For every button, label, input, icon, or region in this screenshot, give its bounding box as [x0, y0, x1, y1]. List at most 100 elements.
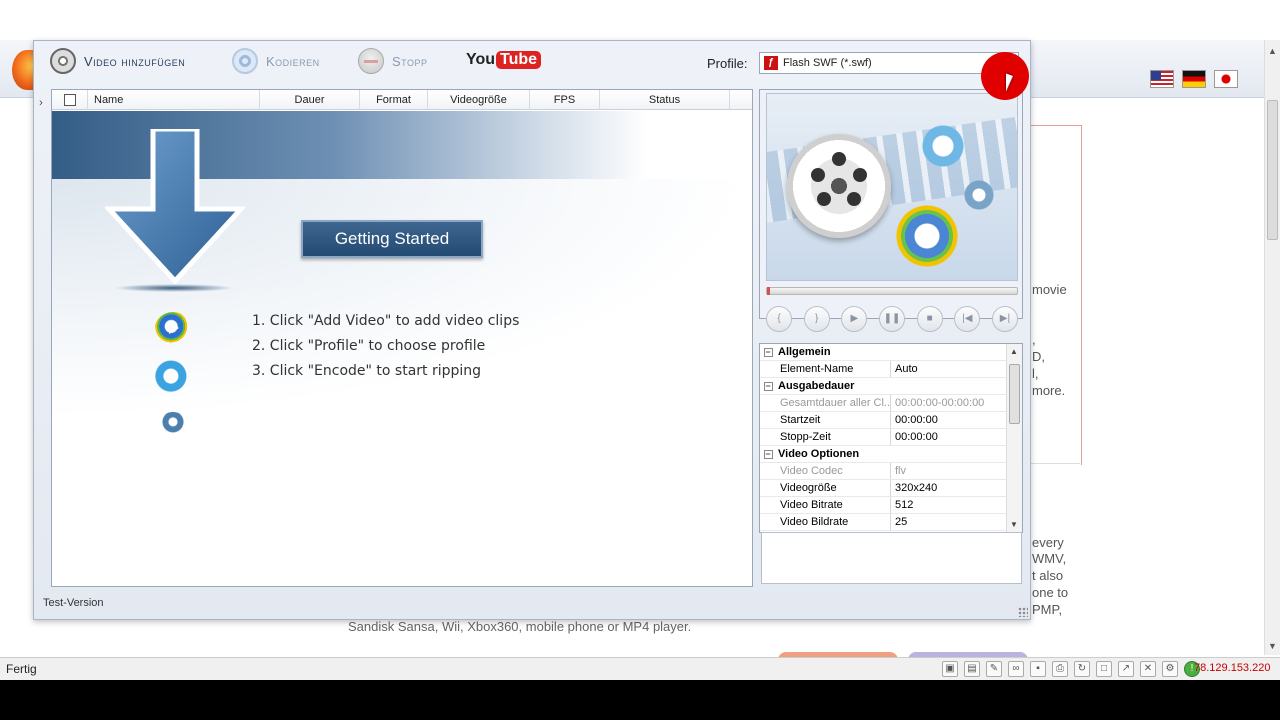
- property-value[interactable]: 25: [891, 514, 907, 530]
- select-all-column: [52, 90, 88, 110]
- save-icon[interactable]: ▪: [1030, 661, 1046, 677]
- scroll-up-icon[interactable]: ▲: [1010, 347, 1018, 356]
- addon-icon[interactable]: ▣: [942, 661, 958, 677]
- profile-label: Profile:: [707, 56, 748, 71]
- scroll-down-icon[interactable]: ▼: [1268, 641, 1277, 651]
- step-3: 3. Click "Encode" to start ripping: [252, 363, 482, 379]
- stop-button[interactable]: Stopp: [358, 47, 428, 75]
- window-icon[interactable]: □: [1096, 661, 1112, 677]
- category-output-duration[interactable]: − Ausgabedauer: [760, 378, 1006, 395]
- page-text: one to: [1032, 585, 1069, 600]
- quicktime-icon: [152, 359, 194, 397]
- realplayer-icon: [955, 180, 1003, 210]
- stop-icon[interactable]: ■: [916, 306, 943, 332]
- encode-button[interactable]: Kodieren: [232, 47, 320, 75]
- profile-dropdown[interactable]: ƒ Flash SWF (*.swf) ▼: [759, 52, 1019, 74]
- scroll-down-icon[interactable]: ▼: [1010, 520, 1018, 529]
- page-text: movie: [1032, 282, 1067, 297]
- status-text: Fertig: [6, 662, 37, 676]
- property-value[interactable]: 512: [891, 497, 913, 513]
- select-all-checkbox[interactable]: [64, 94, 76, 106]
- pause-icon[interactable]: ❚❚: [878, 306, 905, 332]
- scroll-thumb[interactable]: [1009, 364, 1020, 424]
- category-general[interactable]: − Allgemein: [760, 344, 1006, 361]
- browser-top-area: [0, 0, 1280, 40]
- category-video-options[interactable]: − Video Optionen: [760, 446, 1006, 463]
- tool-icon[interactable]: ✎: [986, 661, 1002, 677]
- graph-icon[interactable]: ↗: [1118, 661, 1134, 677]
- property-row[interactable]: Startzeit 00:00:00: [760, 412, 1006, 429]
- previous-icon[interactable]: |◀: [954, 306, 981, 332]
- play-icon[interactable]: ▶: [841, 306, 868, 332]
- settings-icon[interactable]: ✕: [1140, 661, 1156, 677]
- file-list-header: Name Dauer Format Videogröße FPS Status: [52, 90, 752, 110]
- add-video-label: Video hinzufügen: [84, 53, 186, 69]
- column-status[interactable]: Status: [600, 90, 730, 110]
- us-flag-icon[interactable]: [1150, 70, 1174, 88]
- resize-grip-icon[interactable]: [1018, 607, 1028, 617]
- property-name: Video Bildrate: [776, 514, 891, 530]
- property-grid: − Allgemein Element-Name Auto − Ausgabed…: [759, 343, 1023, 533]
- property-value[interactable]: Auto: [891, 361, 918, 377]
- property-row[interactable]: Videogröße 320x240: [760, 480, 1006, 497]
- youtube-logo-tube: Tube: [496, 51, 542, 69]
- property-row[interactable]: Element-Name Auto: [760, 361, 1006, 378]
- collapse-icon[interactable]: −: [760, 378, 776, 394]
- scroll-up-icon[interactable]: ▲: [1268, 46, 1277, 56]
- file-list-body[interactable]: Getting Started 1. Click "Add Video" to …: [52, 111, 752, 586]
- language-flags: [1150, 70, 1238, 88]
- status-icons: ▣ ▤ ✎ ∞ ▪ ⎙ ↻ □ ↗ ✕ ⚙ !: [942, 661, 1200, 677]
- column-fps[interactable]: FPS: [530, 90, 600, 110]
- youtube-logo-you: You: [466, 51, 496, 68]
- property-name: Video Codec: [776, 463, 891, 479]
- expand-arrow-icon[interactable]: ›: [34, 89, 48, 117]
- file-list: Name Dauer Format Videogröße FPS Status: [51, 89, 753, 587]
- print-icon[interactable]: ⎙: [1052, 661, 1068, 677]
- property-row[interactable]: Video Bitrate 512: [760, 497, 1006, 514]
- scroll-thumb[interactable]: [1267, 100, 1278, 240]
- page-text: ,: [1032, 332, 1036, 347]
- property-name: Element-Name: [776, 361, 891, 377]
- link-icon[interactable]: ∞: [1008, 661, 1024, 677]
- property-value[interactable]: 00:00:00: [891, 412, 938, 428]
- property-scrollbar[interactable]: ▲ ▼: [1006, 344, 1022, 532]
- property-row[interactable]: Video Codec flv: [760, 463, 1006, 480]
- media-player-icon: [893, 202, 961, 270]
- step-2: 2. Click "Profile" to choose profile: [252, 338, 486, 354]
- mark-end-icon[interactable]: }: [803, 306, 830, 332]
- app-status-text: Test-Version: [43, 597, 104, 609]
- page-text: l,: [1032, 366, 1039, 381]
- property-value[interactable]: 320x240: [891, 480, 937, 496]
- arrow-shadow: [114, 284, 234, 292]
- column-name[interactable]: Name: [88, 90, 260, 110]
- property-value[interactable]: 00:00:00: [891, 429, 938, 445]
- property-row[interactable]: Video Bildrate 25: [760, 514, 1006, 531]
- page-text: WMV,: [1032, 551, 1067, 566]
- collapse-icon[interactable]: −: [760, 344, 776, 360]
- page-text: PMP,: [1032, 602, 1063, 617]
- page-icon[interactable]: ▤: [964, 661, 980, 677]
- browser-scrollbar[interactable]: ▲ ▼: [1264, 40, 1280, 655]
- property-row[interactable]: Stopp-Zeit 00:00:00: [760, 429, 1006, 446]
- cursor-highlight: [981, 52, 1029, 100]
- profile-value: Flash SWF (*.swf): [783, 57, 872, 69]
- column-video-size[interactable]: Videogröße: [428, 90, 530, 110]
- stop-label: Stopp: [392, 53, 428, 69]
- reload-icon[interactable]: ↻: [1074, 661, 1090, 677]
- seek-bar[interactable]: [766, 287, 1018, 295]
- flash-icon: ƒ: [764, 56, 778, 70]
- next-icon[interactable]: ▶|: [991, 306, 1018, 332]
- add-video-button[interactable]: Video hinzufügen: [50, 47, 185, 75]
- mark-start-icon[interactable]: {: [766, 306, 792, 332]
- encode-label: Kodieren: [266, 53, 320, 69]
- page-text: D,: [1032, 349, 1045, 364]
- japan-flag-icon[interactable]: [1214, 70, 1238, 88]
- german-flag-icon[interactable]: [1182, 70, 1206, 88]
- youtube-button[interactable]: You Tube: [466, 51, 542, 69]
- column-format[interactable]: Format: [360, 90, 428, 110]
- plugin-icon[interactable]: ⚙: [1162, 661, 1178, 677]
- media-player-icon: [155, 312, 191, 344]
- property-row[interactable]: Gesamtdauer aller Cl... 00:00:00-00:00:0…: [760, 395, 1006, 412]
- collapse-icon[interactable]: −: [760, 446, 776, 462]
- column-duration[interactable]: Dauer: [260, 90, 360, 110]
